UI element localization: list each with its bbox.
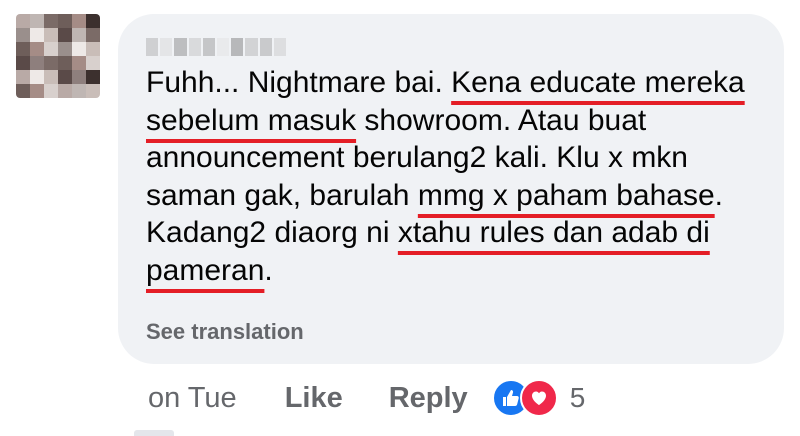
next-avatar-edge	[134, 430, 174, 436]
author-name-blurred[interactable]	[146, 38, 287, 56]
reply-button[interactable]: Reply	[389, 382, 468, 415]
comment-segment: .	[264, 253, 273, 287]
comment-segment-underlined: mmg x paham bahase	[417, 178, 715, 212]
like-button[interactable]: Like	[285, 382, 343, 415]
comment-timestamp[interactable]: on Tue	[148, 382, 237, 415]
avatar-blurred[interactable]	[16, 14, 100, 98]
reaction-summary[interactable]	[491, 379, 558, 417]
comment-bubble: Fuhh... Nightmare bai. Kena educate mere…	[118, 14, 784, 364]
comment-text: Fuhh... Nightmare bai. Kena educate mere…	[146, 64, 766, 289]
love-icon	[519, 379, 558, 417]
comment-segment: Fuhh... Nightmare bai.	[146, 66, 452, 99]
see-translation-link[interactable]: See translation	[146, 319, 304, 345]
comment-actions: on Tue Like Reply 5	[148, 376, 585, 420]
reaction-count: 5	[569, 382, 586, 413]
